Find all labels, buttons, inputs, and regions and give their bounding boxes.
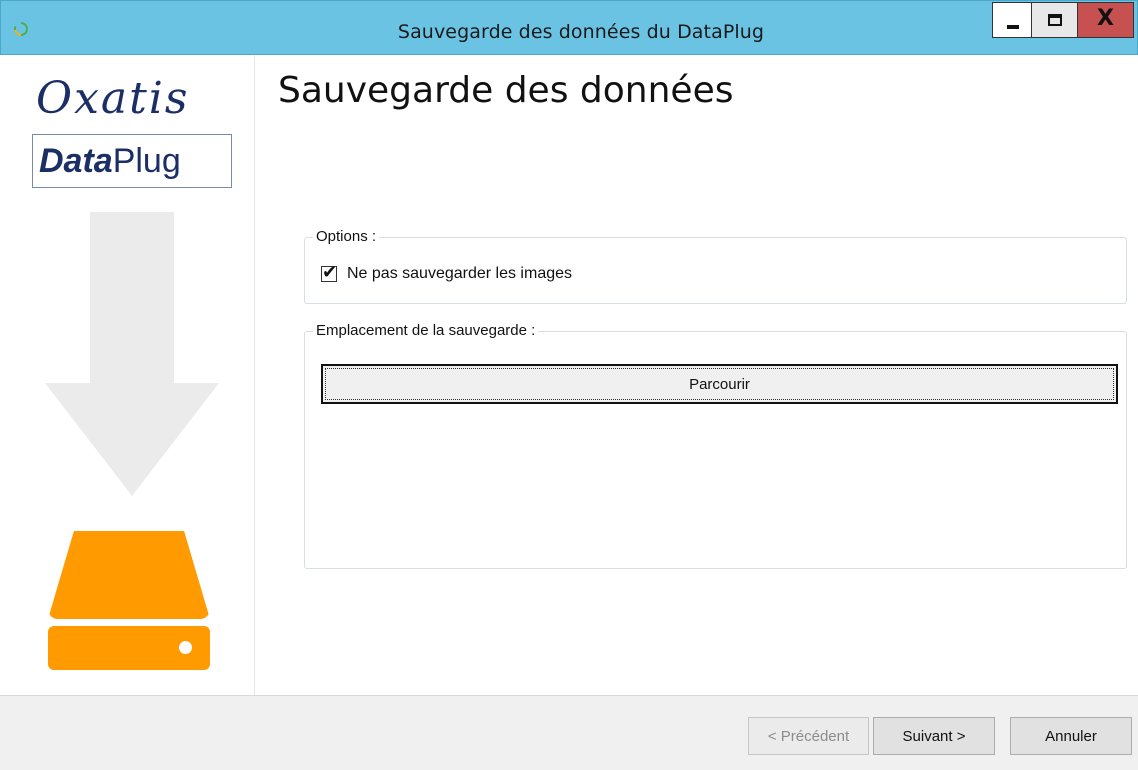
- window-titlebar[interactable]: Sauvegarde des données du DataPlug X: [0, 0, 1138, 55]
- skip-images-label[interactable]: Ne pas sauvegarder les images: [347, 265, 572, 283]
- close-button[interactable]: X: [1078, 2, 1134, 38]
- options-group: Options : ✔ Ne pas sauvegarder les image…: [304, 228, 1127, 304]
- close-icon: X: [1097, 6, 1114, 31]
- drive-led: [179, 641, 192, 654]
- down-arrow-head: [45, 383, 219, 496]
- backup-location-legend: Emplacement de la sauvegarde :: [313, 322, 539, 339]
- minimize-button[interactable]: [992, 2, 1032, 38]
- maximize-button[interactable]: [1032, 2, 1078, 38]
- down-arrow-icon: [90, 212, 174, 384]
- sidebar: Oxatis DataPlug: [0, 55, 255, 695]
- hard-drive-icon: [48, 531, 210, 619]
- oxatis-logo: Oxatis: [36, 73, 190, 124]
- backup-location-group: Emplacement de la sauvegarde : Parcourir: [304, 322, 1127, 569]
- hard-drive-base: [48, 626, 210, 670]
- cancel-button[interactable]: Annuler: [1010, 717, 1132, 755]
- next-button[interactable]: Suivant >: [873, 717, 995, 755]
- dataplug-logo-bold: Data: [39, 142, 113, 180]
- dataplug-logo-text: DataPlug: [39, 142, 181, 181]
- wizard-footer: < Précédent Suivant > Annuler: [0, 695, 1138, 770]
- window-title: Sauvegarde des données du DataPlug: [397, 21, 765, 43]
- checkmark-icon: ✔: [322, 262, 338, 283]
- previous-button[interactable]: < Précédent: [748, 717, 869, 755]
- options-legend: Options :: [313, 228, 380, 245]
- page-title: Sauvegarde des données: [278, 70, 734, 111]
- dataplug-logo: DataPlug: [32, 134, 232, 188]
- maximize-icon: [1048, 14, 1062, 26]
- minimize-icon: [1007, 25, 1019, 29]
- skip-images-checkbox[interactable]: ✔: [321, 262, 337, 283]
- dataplug-logo-regular: Plug: [112, 142, 181, 180]
- browse-button[interactable]: Parcourir: [321, 364, 1118, 404]
- browse-button-label: Parcourir: [325, 368, 1114, 400]
